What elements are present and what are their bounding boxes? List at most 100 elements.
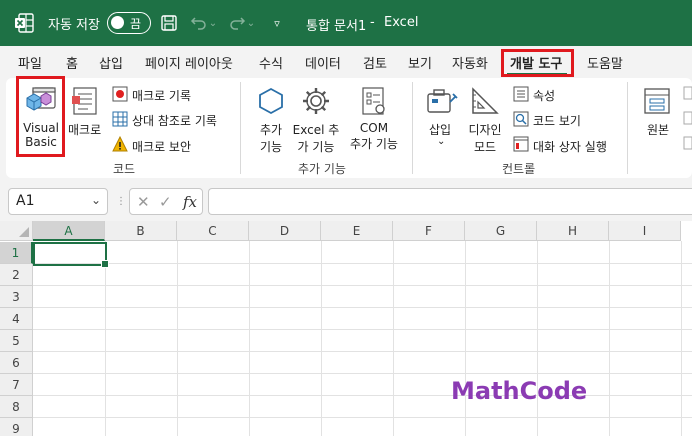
tab-review[interactable]: 검토 [363, 53, 387, 72]
run-dialog-icon [513, 136, 529, 152]
insert-controls-icon [427, 89, 458, 113]
grid-line [681, 241, 682, 436]
tab-home[interactable]: 홈 [66, 53, 78, 72]
properties-icon [513, 86, 529, 102]
column-header-g[interactable]: G [465, 221, 537, 241]
grid-line [33, 373, 692, 374]
row-header-2[interactable]: 2 [0, 264, 33, 286]
xml-source-button[interactable]: 원본 [647, 121, 669, 138]
grid-line [393, 241, 394, 436]
row-header-3[interactable]: 3 [0, 286, 33, 308]
excel-addins-button[interactable]: Excel 추 가 기능 [290, 121, 342, 155]
record-macro-button[interactable]: 매크로 기록 [132, 87, 191, 104]
title-separator: - [370, 15, 375, 30]
grid-line [177, 241, 178, 436]
enter-icon[interactable]: ✓ [159, 193, 172, 211]
toggle-knob [111, 16, 124, 29]
title-bar: 자동 저장 끔 ⌄ ⌄ ▿ 통합 문서1 - Excel [0, 0, 692, 46]
group-separator [627, 82, 628, 174]
tab-page-layout[interactable]: 페이지 레이아웃 [145, 53, 233, 72]
autosave-toggle[interactable]: 끔 [107, 12, 151, 34]
row-header-5[interactable]: 5 [0, 330, 33, 352]
addins-group-label: 추가 기능 [298, 162, 346, 176]
insert-function-button[interactable]: fx [183, 193, 197, 211]
macros-button[interactable]: 매크로 [68, 121, 101, 138]
view-code-button[interactable]: 코드 보기 [533, 112, 581, 129]
macros-icon [72, 87, 97, 115]
com-addins-label-1: COM [359, 121, 389, 135]
relative-reference-button[interactable]: 상대 참조로 기록 [132, 112, 217, 129]
column-header-c[interactable]: C [177, 221, 249, 241]
grid-line [33, 263, 692, 264]
tab-insert[interactable]: 삽입 [99, 53, 123, 72]
xml-extra-icons [683, 86, 692, 150]
insert-dropdown-icon[interactable]: ⌄ [437, 136, 445, 147]
addins-label-1: 추가 [259, 123, 283, 137]
visual-basic-highlight [16, 76, 65, 157]
tab-help[interactable]: 도움말 [587, 53, 623, 72]
cancel-icon[interactable]: ✕ [137, 193, 150, 211]
column-header-i[interactable]: I [609, 221, 681, 241]
code-group-label: 코드 [113, 162, 136, 176]
column-header-b[interactable]: B [105, 221, 177, 241]
grid-line [33, 395, 692, 396]
worksheet-grid[interactable]: ABCDEFGHI 123456789 MathCode [0, 221, 692, 436]
com-addins-button[interactable]: COM 추가 기능 [346, 121, 402, 152]
design-mode-icon [472, 87, 499, 114]
tab-file[interactable]: 파일 [18, 53, 42, 72]
design-mode-label-1: 디자인 [468, 123, 502, 137]
row-header-6[interactable]: 6 [0, 352, 33, 374]
column-header-h[interactable]: H [537, 221, 609, 241]
chevron-down-icon[interactable]: ⌄ [91, 193, 101, 207]
formula-controls: ✕ ✓ fx [129, 188, 203, 215]
document-title: 통합 문서1 [306, 19, 367, 34]
row-header-1[interactable]: 1 [0, 242, 33, 264]
excel-addins-label-2: 가 기능 [297, 140, 335, 154]
gear-icon [303, 88, 329, 114]
macro-security-button[interactable]: 매크로 보안 [132, 138, 191, 155]
tab-view[interactable]: 보기 [408, 53, 432, 72]
tab-formulas[interactable]: 수식 [259, 53, 283, 72]
select-all-corner[interactable] [0, 221, 33, 241]
tab-data[interactable]: 데이터 [305, 53, 341, 72]
relative-reference-icon [112, 111, 128, 127]
grid-line [33, 285, 692, 286]
run-dialog-button[interactable]: 대화 상자 실행 [533, 138, 607, 155]
row-header-9[interactable]: 9 [0, 418, 33, 436]
row-header-4[interactable]: 4 [0, 308, 33, 330]
com-addins-label-2: 추가 기능 [350, 137, 398, 151]
grid-line [33, 307, 692, 308]
view-code-icon [513, 111, 529, 127]
com-addins-icon [362, 87, 385, 115]
autosave-label: 자동 저장 [48, 18, 100, 33]
column-header-a[interactable]: A [33, 221, 105, 241]
active-cell[interactable] [33, 242, 109, 268]
save-icon[interactable] [158, 12, 180, 34]
addins-button[interactable]: 추가 기능 [251, 121, 291, 155]
name-box-value: A1 [16, 193, 35, 209]
design-mode-button[interactable]: 디자인 모드 [464, 121, 506, 155]
grid-line [321, 241, 322, 436]
column-header-f[interactable]: F [393, 221, 465, 241]
column-header-e[interactable]: E [321, 221, 393, 241]
excel-logo-icon [15, 13, 34, 33]
formula-input[interactable] [208, 188, 692, 215]
properties-button[interactable]: 속성 [533, 87, 555, 104]
tab-automate[interactable]: 자동화 [452, 53, 488, 72]
formula-bar: A1 ⌄ ⋮ ✕ ✓ fx [0, 180, 692, 222]
record-macro-icon [112, 86, 128, 102]
grid-line [609, 241, 610, 436]
grid-line [537, 241, 538, 436]
redo-dropdown-icon[interactable]: ⌄ [245, 12, 257, 34]
column-header-d[interactable]: D [249, 221, 321, 241]
grid-line [33, 417, 692, 418]
formula-bar-resize-handle[interactable]: ⋮ [116, 196, 127, 207]
row-header-8[interactable]: 8 [0, 396, 33, 418]
addins-label-2: 기능 [259, 140, 283, 154]
undo-dropdown-icon[interactable]: ⌄ [207, 12, 219, 34]
grid-line [465, 241, 466, 436]
addins-icon [259, 87, 283, 115]
row-header-7[interactable]: 7 [0, 374, 33, 396]
name-box[interactable]: A1 ⌄ [8, 188, 108, 215]
customize-quick-access-icon[interactable]: ▿ [266, 12, 288, 34]
